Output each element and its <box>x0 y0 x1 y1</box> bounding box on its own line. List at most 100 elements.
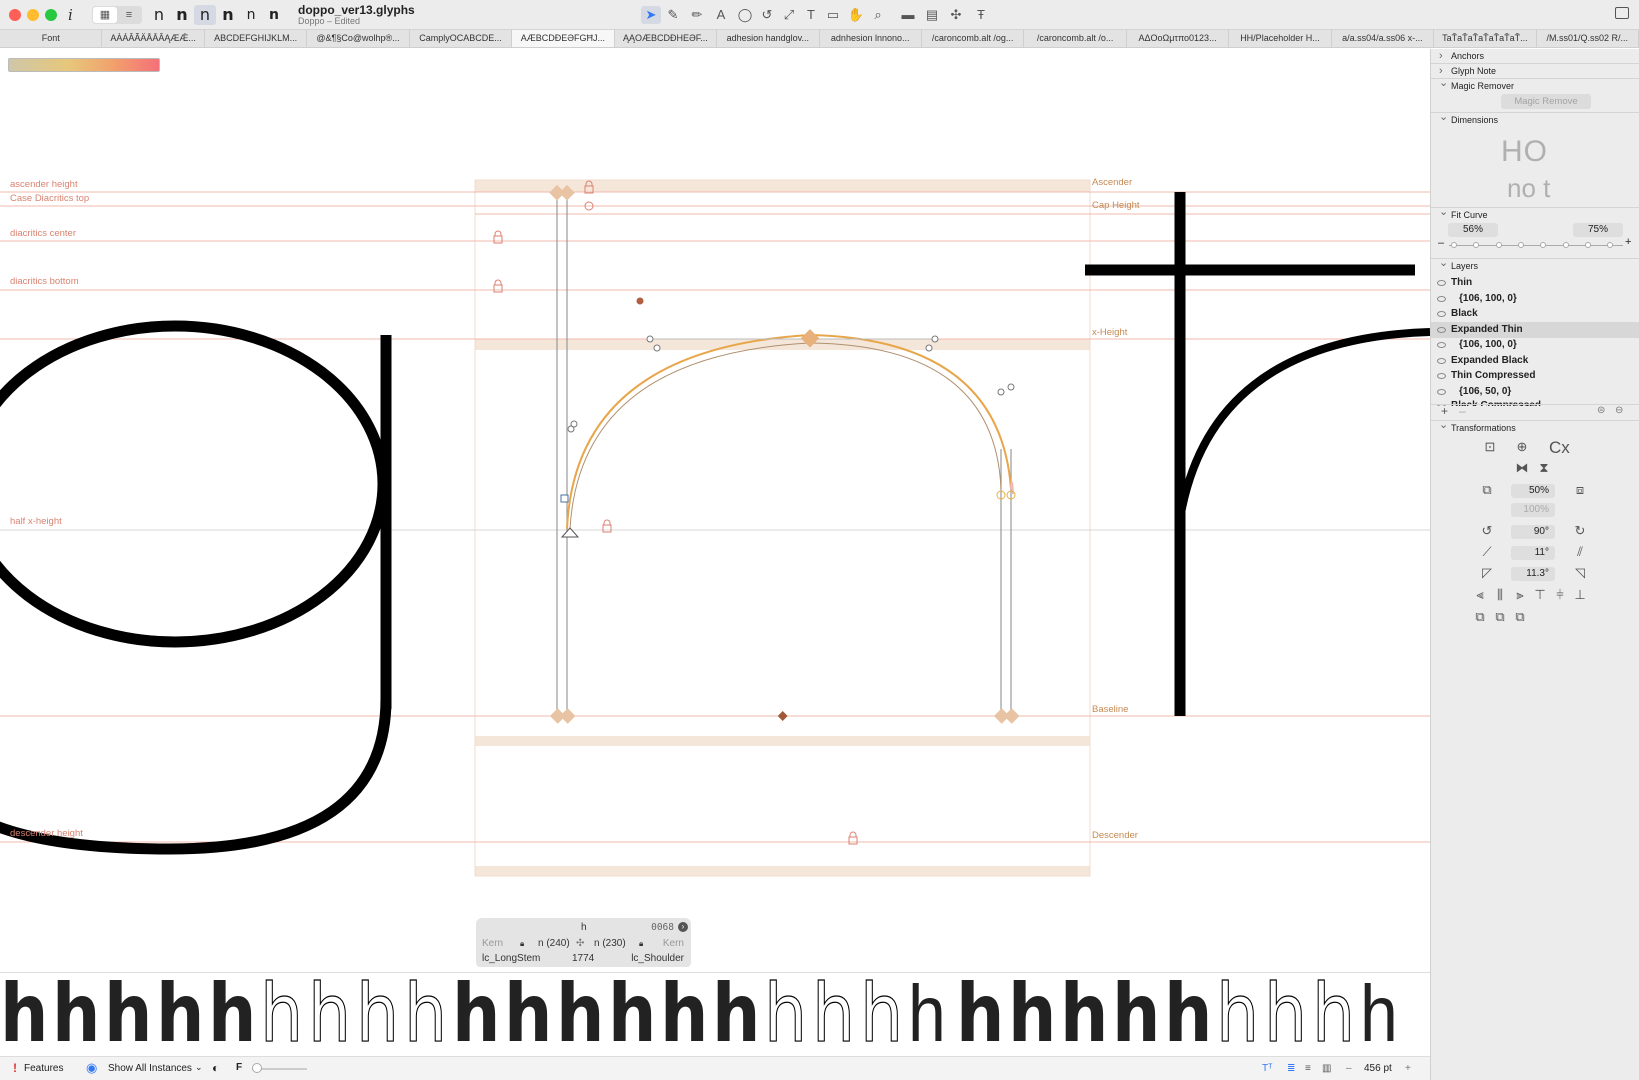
scale-icon[interactable]: ⧉ <box>1478 482 1496 498</box>
fit-curve-tick[interactable] <box>1540 242 1547 248</box>
fit-curve-left[interactable]: 56% <box>1448 223 1498 237</box>
rotate-ccw-icon[interactable]: ↺ <box>1478 523 1496 539</box>
plus-icon[interactable]: + <box>1625 236 1631 248</box>
layer-visibility-icon[interactable] <box>1437 357 1446 364</box>
align-right-icon[interactable]: ≡ <box>1305 1063 1311 1074</box>
left-kern[interactable]: Kern <box>482 936 503 951</box>
preview-glyph[interactable]: h <box>1311 973 1355 1054</box>
preview-glyph[interactable]: h <box>307 973 351 1054</box>
preview-glyph[interactable]: h <box>403 973 447 1054</box>
layer-expanded-thin-button[interactable]: n <box>194 5 216 25</box>
zoom-out-button[interactable]: – <box>1346 1063 1352 1074</box>
flip-horizontal-icon[interactable]: ⧓ <box>1513 460 1531 476</box>
layer-options-icon[interactable]: ⊜ <box>1597 405 1605 416</box>
glyph-unicode[interactable]: 0068 <box>651 920 674 935</box>
slider-knob[interactable] <box>252 1063 262 1073</box>
union-icon[interactable]: ⧉ <box>1471 609 1489 625</box>
layer-black-button[interactable]: n <box>171 5 193 25</box>
eye-icon[interactable]: ◉ <box>86 1060 97 1076</box>
glyph-width[interactable]: 1774 <box>572 951 594 966</box>
fit-curve-tick[interactable] <box>1607 242 1614 248</box>
tab-8[interactable]: adnhesion lnnono... <box>820 30 922 47</box>
preview-glyph[interactable]: h <box>1263 973 1307 1054</box>
scale-field[interactable]: 50% <box>1511 484 1555 498</box>
comment-tool-icon[interactable]: ▭ <box>823 6 843 24</box>
preview-glyph[interactable]: h <box>452 973 500 1054</box>
tab-0[interactable]: Font <box>0 30 103 47</box>
tab-15[interactable]: /M.ss01/Q.ss02 R/... <box>1537 30 1639 47</box>
scale-vertical-field[interactable]: 100% <box>1511 503 1555 517</box>
type-tool-icon[interactable]: Ŧ <box>971 6 991 24</box>
layer-item[interactable]: Thin <box>1431 275 1639 291</box>
grid-view-icon[interactable]: ▦ <box>93 7 117 23</box>
measure-tool-icon[interactable]: ▬ <box>898 6 918 24</box>
close-window-button[interactable] <box>9 9 21 21</box>
select-tool-icon[interactable]: ➤ <box>641 6 661 24</box>
rotate-field[interactable]: 90° <box>1511 525 1555 539</box>
tab-4[interactable]: CamplyOCABCDE... <box>410 30 513 47</box>
shape-tool-icon[interactable]: ◯ <box>735 6 755 24</box>
preview-glyph[interactable]: h <box>859 973 903 1054</box>
draw-tool-icon[interactable]: ✎ <box>663 6 683 24</box>
right-kern-group[interactable]: lc_Shoulder <box>631 951 684 966</box>
fit-curve-tick[interactable] <box>1584 242 1591 248</box>
text-direction-icon[interactable]: Tᵀ <box>1262 1063 1272 1074</box>
tab-13[interactable]: a/a.ss04/a.ss06 x-... <box>1332 30 1435 47</box>
chevron-down-icon[interactable]: ⌄ <box>195 1062 203 1073</box>
tab-6[interactable]: ĄĄΟÆBCDÐHEƏF... <box>615 30 718 47</box>
fit-curve-tick[interactable] <box>1495 242 1502 248</box>
layer-item[interactable]: Expanded Thin <box>1431 321 1639 338</box>
slant-field[interactable]: 11° <box>1511 546 1555 560</box>
right-sidebearing[interactable]: n (230) <box>594 936 626 951</box>
layer-item[interactable]: {106, 100, 0} <box>1431 291 1639 307</box>
preview-glyph[interactable]: h <box>259 973 303 1054</box>
scale-up-icon[interactable]: ⧈ <box>1571 482 1589 498</box>
preview-glyph[interactable]: h <box>608 973 656 1054</box>
features-button[interactable]: Features <box>24 1063 63 1074</box>
layer-item[interactable]: {106, 50, 0} <box>1431 384 1639 400</box>
link-metrics-icon[interactable]: ✣ <box>576 936 584 951</box>
align-top-icon[interactable]: ⊤ <box>1531 587 1549 603</box>
preview-glyph[interactable]: h <box>1164 973 1212 1054</box>
slant-left-icon[interactable]: ⟋ <box>1478 544 1496 560</box>
align-left-edge-icon[interactable]: ⫷ <box>1471 587 1489 603</box>
center-origin-icon[interactable]: ⊕ <box>1513 439 1531 455</box>
intersect-icon[interactable]: ⧉ <box>1511 609 1529 625</box>
preview-glyph[interactable]: h <box>0 973 48 1054</box>
align-right-edge-icon[interactable]: ⫸ <box>1511 587 1529 603</box>
fit-curve-tick[interactable] <box>1451 242 1457 248</box>
transformations-section[interactable]: Transformations <box>1431 418 1639 435</box>
layer-item[interactable]: Thin Compressed <box>1431 368 1639 384</box>
lock-icon[interactable]: 🔒︎ <box>520 936 524 951</box>
lock-icon[interactable]: 🔒︎ <box>639 936 643 951</box>
preview-glyph[interactable]: h <box>956 973 1004 1054</box>
tab-12[interactable]: HH/Placeholder H... <box>1229 30 1332 47</box>
zoom-in-button[interactable]: + <box>1405 1063 1411 1074</box>
preview-glyph[interactable]: h <box>355 973 399 1054</box>
pencil-tool-icon[interactable]: ✏ <box>687 6 707 24</box>
preview-area[interactable]: hhhhhhhhhhhhhhhhhhh hhhhhhhhh <box>0 972 1430 1054</box>
align-left-icon[interactable]: ≣ <box>1287 1063 1295 1074</box>
tab-11[interactable]: AΔOoΩμτπο0123... <box>1127 30 1230 47</box>
cx-label[interactable]: Cx <box>1549 438 1570 458</box>
preview-glyph[interactable]: h <box>763 973 807 1054</box>
fit-curve-tick[interactable] <box>1517 242 1524 248</box>
path-select-tool-icon[interactable]: ✣ <box>946 6 966 24</box>
glyph-name[interactable]: h <box>581 920 587 935</box>
magic-remove-button[interactable]: Magic Remove <box>1501 94 1591 109</box>
dimensions-section[interactable]: Dimensions <box>1431 110 1639 127</box>
annotation-tool-icon[interactable]: A <box>711 6 731 24</box>
justify-icon[interactable]: ▥ <box>1322 1063 1331 1074</box>
preview-glyph[interactable]: h <box>556 973 604 1054</box>
layer-visibility-icon[interactable] <box>1437 373 1446 379</box>
anchors-section[interactable]: Anchors <box>1431 49 1639 63</box>
layer-thin-button[interactable]: n <box>148 5 170 25</box>
layer-visibility-icon[interactable] <box>1437 388 1446 395</box>
glyph-canvas[interactable]: ascender height Case Diacritics top diac… <box>0 49 1430 967</box>
tab-3[interactable]: @&¶§Co@wolhp®... <box>307 30 410 47</box>
preview-glyph[interactable]: h <box>712 973 760 1054</box>
tab-1[interactable]: AÀÁÂÃÄÅĀĂĄÆǼ... <box>102 30 205 47</box>
remove-layer-button[interactable]: – <box>1459 404 1466 418</box>
layer-item[interactable]: {106, 100, 0} <box>1431 337 1639 353</box>
rotate-cw-icon[interactable]: ↻ <box>1571 523 1589 539</box>
